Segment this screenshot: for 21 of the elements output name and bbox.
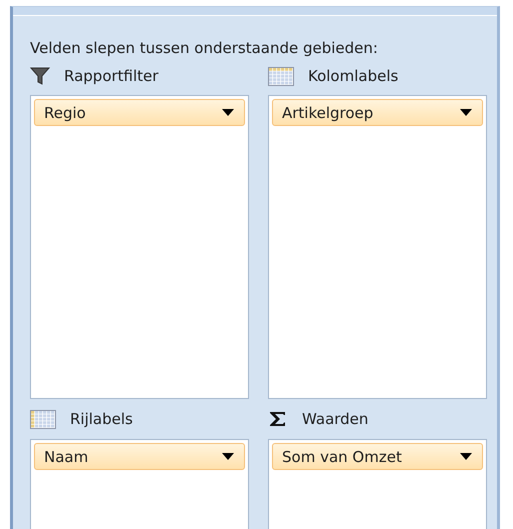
table-grid-icon bbox=[268, 66, 294, 86]
caret-icon bbox=[460, 109, 472, 116]
filter-icon bbox=[30, 67, 50, 85]
sigma-icon bbox=[268, 411, 288, 427]
field-button[interactable]: Artikelgroep bbox=[272, 99, 483, 126]
field-name: Regio bbox=[44, 104, 86, 122]
area-label: Rapportfilter bbox=[64, 67, 158, 85]
field-button[interactable]: Som van Omzet bbox=[272, 443, 483, 470]
area-label: Waarden bbox=[302, 410, 368, 428]
instruction-text: Velden slepen tussen onderstaande gebieden: bbox=[29, 38, 379, 57]
caret-icon bbox=[222, 453, 234, 460]
area-label: Kolomlabels bbox=[308, 67, 398, 85]
table-grid-icon bbox=[30, 410, 56, 428]
field-button[interactable]: Naam bbox=[34, 443, 245, 470]
field-button[interactable]: Regio bbox=[34, 99, 245, 126]
caret-icon bbox=[460, 453, 472, 460]
field-name: Som van Omzet bbox=[282, 448, 402, 466]
area-label: Rijlabels bbox=[70, 410, 133, 428]
field-name: Naam bbox=[44, 448, 88, 466]
field-name: Artikelgroep bbox=[282, 104, 374, 122]
caret-icon bbox=[222, 109, 234, 116]
